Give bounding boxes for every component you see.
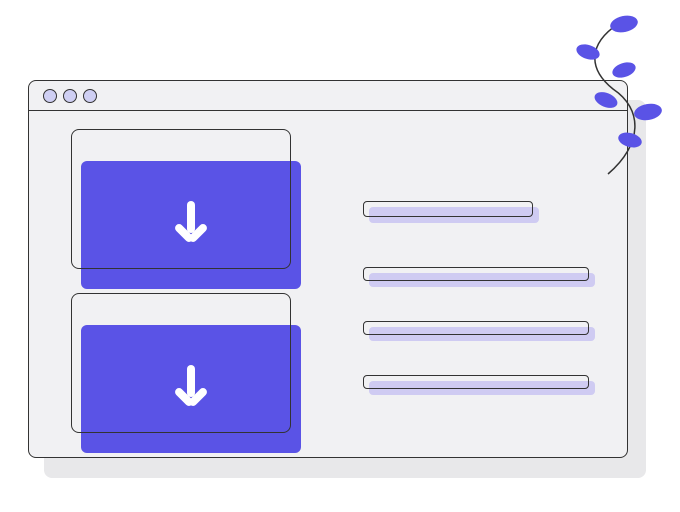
text-placeholder-line: [363, 201, 533, 217]
download-card-outline: [71, 129, 291, 269]
window-control-dot[interactable]: [43, 89, 57, 103]
download-card-outline: [71, 293, 291, 433]
text-placeholder-line: [363, 375, 589, 389]
window-control-dot[interactable]: [83, 89, 97, 103]
window-control-dot[interactable]: [63, 89, 77, 103]
titlebar: [29, 81, 627, 111]
browser-window: [28, 80, 628, 458]
text-placeholder-line: [363, 267, 589, 281]
text-placeholder-line: [363, 321, 589, 335]
